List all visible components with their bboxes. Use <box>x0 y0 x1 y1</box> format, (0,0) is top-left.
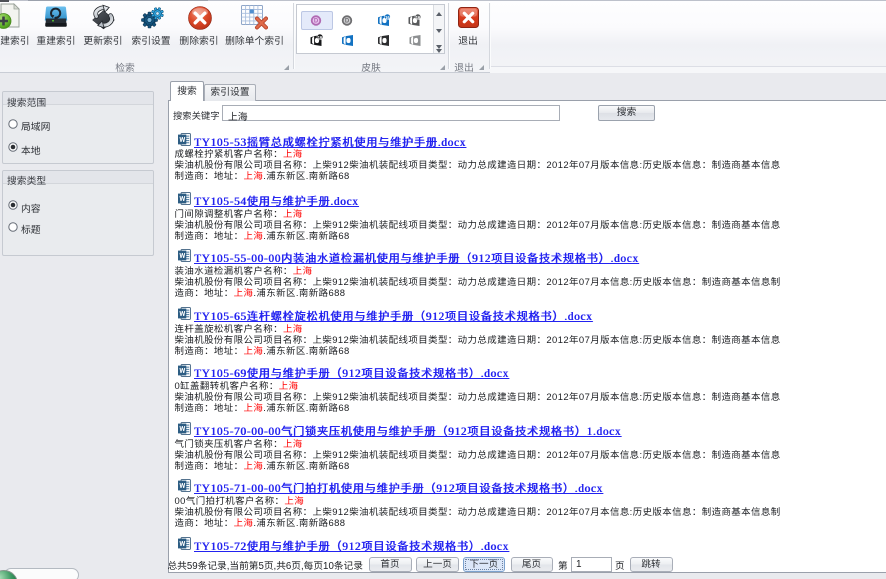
svg-text:D: D <box>314 19 319 25</box>
svg-text:16: 16 <box>318 35 323 40</box>
svg-text:D: D <box>345 19 350 25</box>
svg-text:16: 16 <box>416 15 421 20</box>
svg-text:16: 16 <box>385 15 390 20</box>
